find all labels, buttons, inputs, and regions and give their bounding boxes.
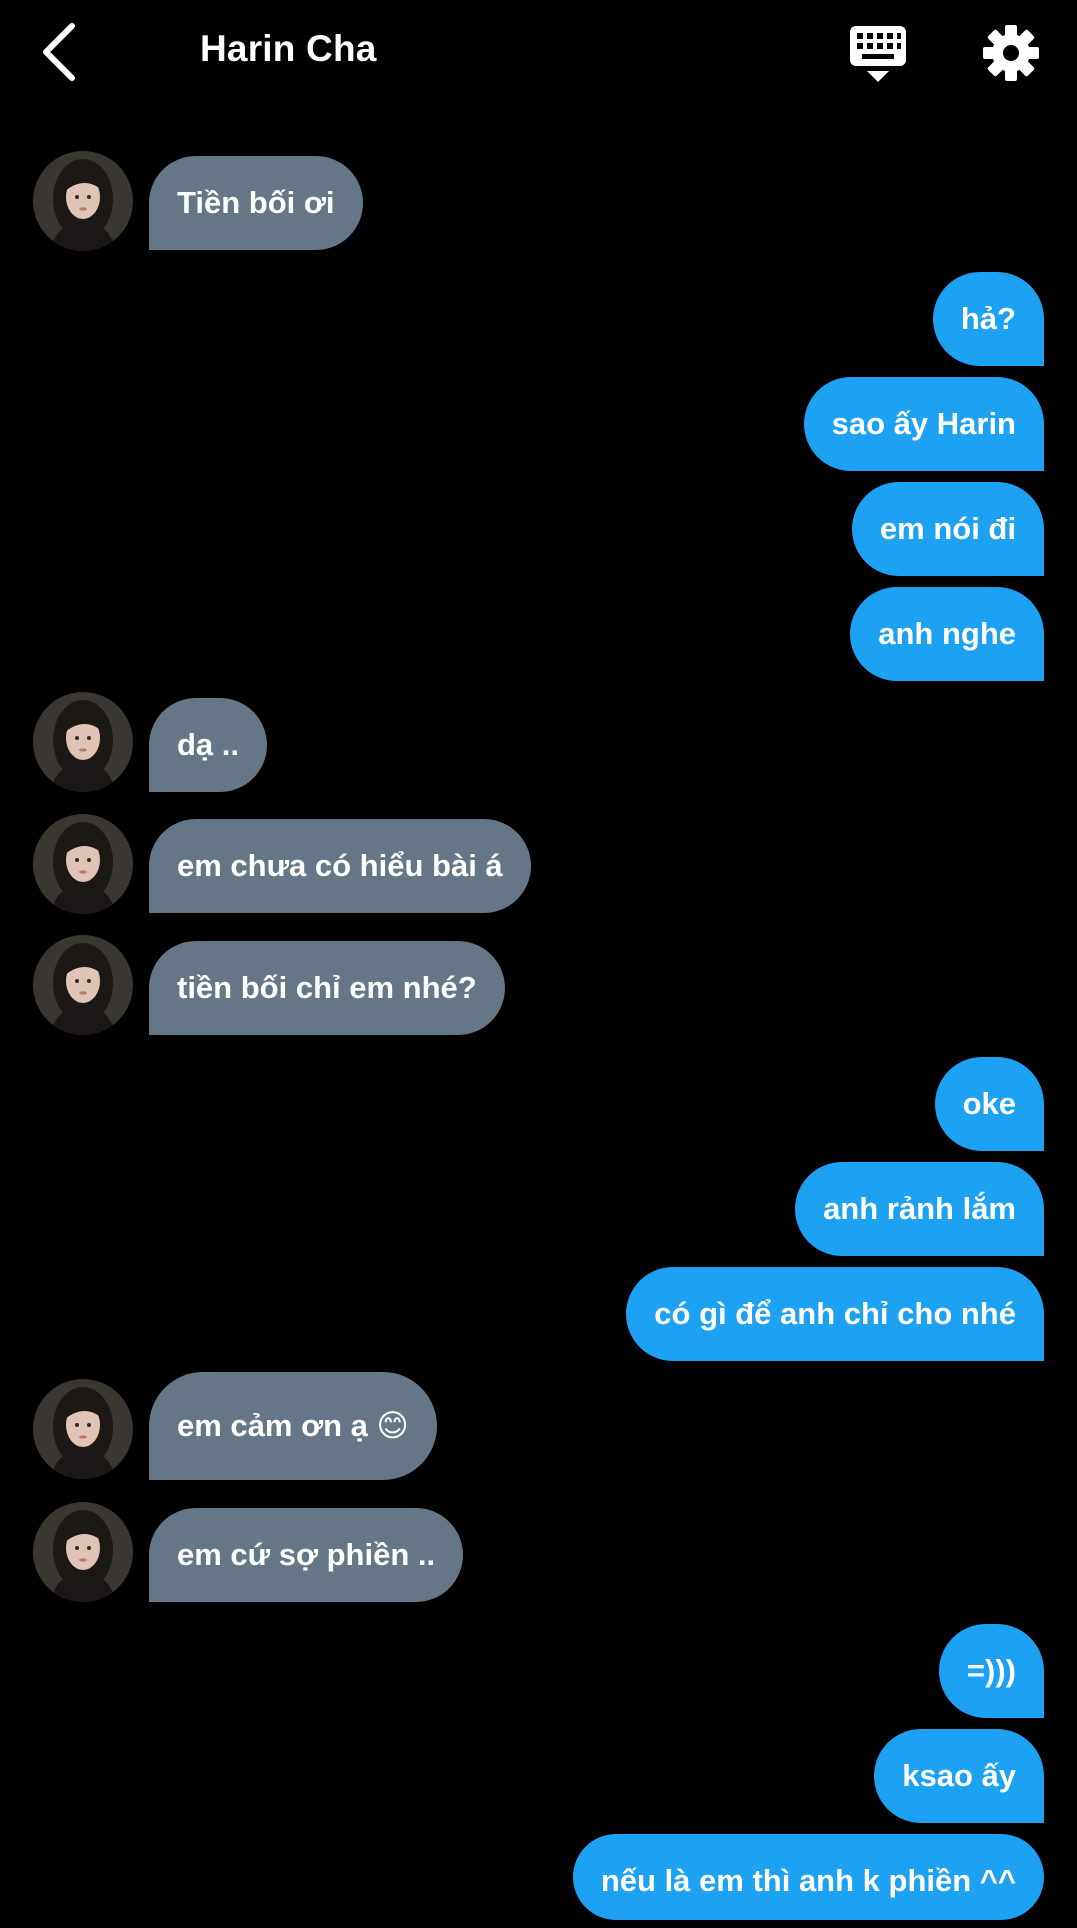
outgoing-message[interactable]: anh nghe [850,587,1044,681]
message-thread: Tiền bối ơi hả? sao ấy Harin em nói đi a… [0,0,1077,1920]
avatar-image [33,935,133,1035]
outgoing-message[interactable]: có gì để anh chỉ cho nhé [626,1267,1044,1361]
incoming-message[interactable]: em chưa có hiểu bài á [149,819,531,913]
avatar[interactable] [33,1379,133,1479]
incoming-message[interactable]: tiền bối chỉ em nhé? [149,941,505,1035]
avatar-image [33,1502,133,1602]
outgoing-message[interactable]: em nói đi [851,482,1044,576]
outgoing-message[interactable]: anh rảnh lắm [795,1162,1044,1256]
avatar-image [33,814,133,914]
incoming-message[interactable]: em cảm ơn ạ 😊 [149,1372,437,1480]
avatar[interactable] [33,692,133,792]
avatar-image [33,1379,133,1479]
avatar[interactable] [33,814,133,914]
avatar[interactable] [33,935,133,1035]
outgoing-message[interactable]: oke [934,1057,1044,1151]
avatar-image [33,151,133,251]
incoming-message[interactable]: em cứ sợ phiền .. [149,1508,464,1602]
outgoing-message[interactable]: ksao ấy [874,1729,1044,1823]
outgoing-message[interactable]: hả? [932,272,1044,366]
avatar[interactable] [33,151,133,251]
outgoing-message[interactable]: nếu là em thì anh k phiền ^^ [572,1834,1044,1920]
avatar-image [33,692,133,792]
incoming-message[interactable]: Tiền bối ơi [149,156,363,250]
incoming-message[interactable]: dạ .. [149,698,268,792]
outgoing-message[interactable]: =))) [938,1624,1044,1718]
outgoing-message[interactable]: sao ấy Harin [803,377,1044,471]
avatar[interactable] [33,1502,133,1602]
